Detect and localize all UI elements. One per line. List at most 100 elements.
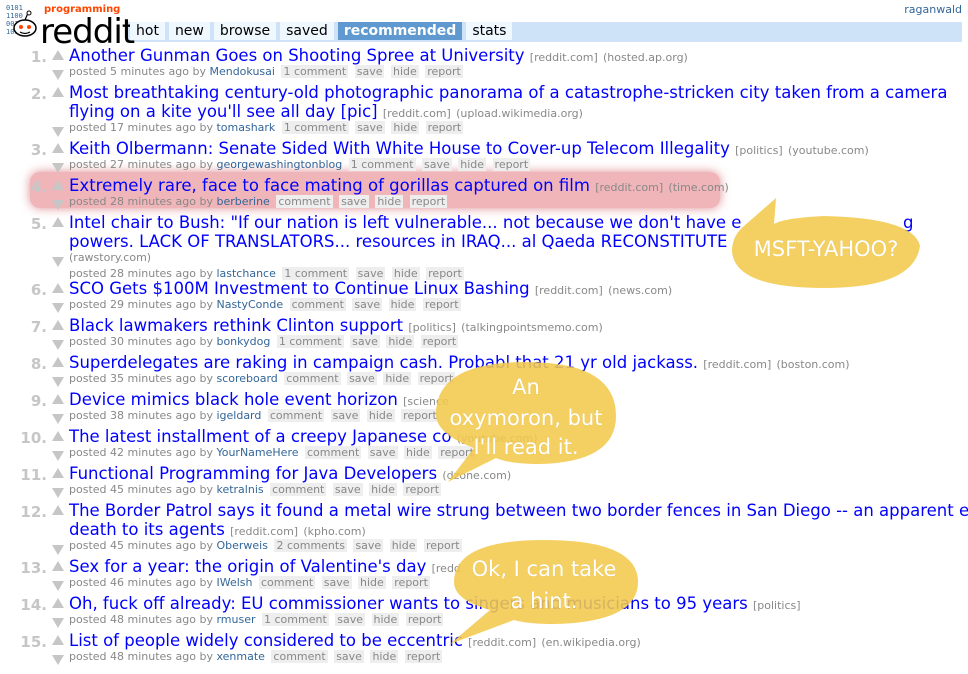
comments-button[interactable]: comment — [271, 650, 328, 663]
report-button[interactable]: report — [420, 335, 459, 348]
save-button[interactable]: save — [334, 650, 364, 663]
save-button[interactable]: save — [352, 298, 383, 311]
downvote-arrow-icon[interactable] — [52, 414, 64, 424]
comments-button[interactable]: 1 comment — [281, 121, 349, 134]
link-title[interactable]: Most breathtaking century-old photograph… — [69, 83, 947, 102]
tab-hot[interactable]: hot — [130, 22, 165, 40]
hide-button[interactable]: hide — [458, 158, 487, 171]
author-link[interactable]: ketralnis — [216, 483, 263, 496]
link-domain[interactable]: (time.com) — [668, 181, 728, 194]
comments-button[interactable]: comment — [305, 446, 362, 459]
report-button[interactable]: report — [404, 650, 443, 663]
downvote-arrow-icon[interactable] — [52, 340, 64, 350]
link-title[interactable]: Functional Programming for Java Develope… — [69, 464, 437, 483]
link-domain[interactable]: (talkingpointsmemo.com) — [461, 321, 603, 334]
link-domain[interactable]: (rawstory.com) — [69, 251, 151, 264]
hide-button[interactable]: hide — [391, 121, 420, 134]
upvote-arrow-icon[interactable] — [52, 505, 64, 515]
downvote-arrow-icon[interactable] — [52, 163, 64, 173]
report-button[interactable]: report — [409, 195, 448, 208]
downvote-arrow-icon[interactable] — [52, 257, 64, 267]
link-title[interactable]: Extremely rare, face to face mating of g… — [69, 176, 590, 195]
link-domain[interactable]: (hosted.ap.org) — [603, 51, 688, 64]
author-link[interactable]: bonkydog — [216, 335, 270, 348]
username-link[interactable]: raganwald — [904, 3, 962, 16]
comments-button[interactable]: comment — [270, 483, 327, 496]
hide-button[interactable]: hide — [389, 539, 418, 552]
upvote-arrow-icon[interactable] — [52, 357, 64, 367]
hide-button[interactable]: hide — [366, 409, 395, 422]
link-domain[interactable]: (news.com) — [608, 284, 672, 297]
subreddit-tag[interactable]: [politics] — [408, 321, 456, 334]
comments-button[interactable]: comment — [276, 195, 333, 208]
hide-button[interactable]: hide — [358, 576, 386, 589]
comments-button[interactable]: 1 comment — [348, 158, 416, 171]
upvote-arrow-icon[interactable] — [52, 635, 64, 645]
subreddit-tag[interactable]: [politics] — [753, 599, 801, 612]
author-link[interactable]: igeldard — [216, 409, 261, 422]
link-title[interactable]: SCO Gets $100M Investment to Continue Li… — [69, 279, 530, 298]
downvote-arrow-icon[interactable] — [52, 200, 64, 210]
upvote-arrow-icon[interactable] — [52, 431, 64, 441]
link-title[interactable]: Sex for a year: the origin of Valentine'… — [69, 557, 426, 576]
author-link[interactable]: rmuser — [216, 613, 255, 626]
comments-button[interactable]: 1 comment — [276, 335, 344, 348]
author-link[interactable]: YourNameHere — [216, 446, 298, 459]
save-button[interactable]: save — [339, 195, 369, 208]
save-button[interactable]: save — [353, 539, 384, 552]
upvote-arrow-icon[interactable] — [52, 561, 64, 571]
comments-button[interactable]: 2 comments — [274, 539, 347, 552]
reddit-logo[interactable]: 0101 1100 0011 1010 programming reddit — [4, 2, 135, 52]
hide-button[interactable]: hide — [369, 483, 397, 496]
save-button[interactable]: save — [335, 613, 366, 626]
author-link[interactable]: xenmate — [216, 650, 264, 663]
report-button[interactable]: report — [422, 298, 461, 311]
hide-button[interactable]: hide — [386, 335, 415, 348]
link-title[interactable]: death to its agents — [69, 520, 225, 539]
upvote-arrow-icon[interactable] — [52, 180, 64, 190]
downvote-arrow-icon[interactable] — [52, 451, 64, 461]
subreddit-tag[interactable]: [reddit.com] — [383, 107, 451, 120]
upvote-arrow-icon[interactable] — [52, 394, 64, 404]
author-link[interactable]: Mendokusai — [209, 65, 274, 78]
tab-new[interactable]: new — [168, 22, 210, 40]
upvote-arrow-icon[interactable] — [52, 320, 64, 330]
upvote-arrow-icon[interactable] — [52, 468, 64, 478]
save-button[interactable]: save — [354, 65, 385, 78]
hide-button[interactable]: hide — [388, 298, 417, 311]
tab-browse[interactable]: browse — [213, 22, 277, 40]
subreddit-tag[interactable]: [reddit.com] — [703, 358, 771, 371]
tab-stats[interactable]: stats — [466, 22, 513, 40]
hide-button[interactable]: hide — [390, 65, 419, 78]
report-button[interactable]: report — [492, 158, 531, 171]
save-button[interactable]: save — [347, 372, 377, 385]
author-link[interactable]: tomashark — [216, 121, 275, 134]
link-title[interactable]: Black lawmakers rethink Clinton support — [69, 316, 403, 335]
author-link[interactable]: NastyConde — [216, 298, 283, 311]
link-title[interactable]: Another Gunman Goes on Shooting Spree at… — [69, 46, 525, 65]
author-link[interactable]: georgewashingtonblog — [216, 158, 342, 171]
link-domain[interactable]: (kpho.com) — [303, 525, 365, 538]
link-title[interactable]: Oh, fuck off already: EU commissioner wa… — [69, 594, 748, 613]
downvote-arrow-icon[interactable] — [52, 488, 64, 498]
author-link[interactable]: Oberweis — [216, 539, 267, 552]
save-button[interactable]: save — [332, 483, 363, 496]
link-title[interactable]: flying on a kite you'll see all day [pic… — [69, 102, 378, 121]
upvote-arrow-icon[interactable] — [52, 598, 64, 608]
comments-button[interactable]: comment — [284, 372, 341, 385]
comments-button[interactable]: comment — [267, 409, 325, 422]
link-title[interactable]: The latest installment of a creepy Japan… — [69, 427, 451, 446]
hide-button[interactable]: hide — [370, 650, 399, 663]
report-button[interactable]: report — [425, 121, 464, 134]
save-button[interactable]: save — [330, 409, 361, 422]
link-domain[interactable]: (youtube.com) — [788, 144, 869, 157]
downvote-arrow-icon[interactable] — [52, 127, 64, 137]
upvote-arrow-icon[interactable] — [52, 50, 64, 60]
link-title[interactable]: Intel chair to Bush: "If our nation is l… — [69, 213, 741, 232]
save-button[interactable]: save — [355, 121, 385, 134]
downvote-arrow-icon[interactable] — [52, 70, 64, 80]
save-button[interactable]: save — [367, 446, 398, 459]
link-domain[interactable]: (upload.wikimedia.org) — [456, 107, 583, 120]
hide-button[interactable]: hide — [383, 372, 412, 385]
link-title[interactable]: powers. LACK OF TRANSLATORS... resources… — [69, 232, 727, 251]
